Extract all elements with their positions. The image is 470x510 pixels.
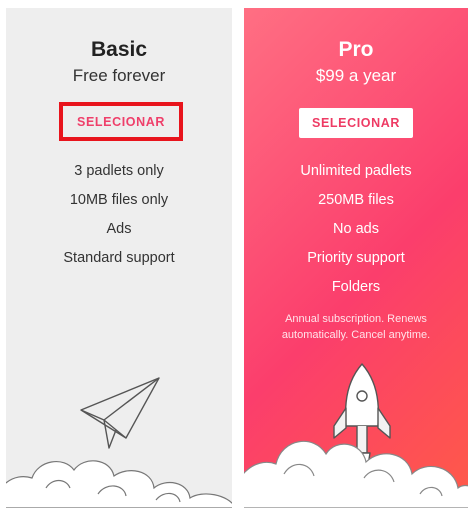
pro-plan-card: Pro $99 a year SELECIONAR Unlimited padl…	[244, 8, 468, 508]
pro-illustration	[244, 363, 468, 508]
basic-plan-card: Basic Free forever SELECIONAR 3 padlets …	[6, 8, 232, 508]
clouds-icon	[244, 440, 468, 508]
basic-illustration	[6, 377, 232, 508]
paper-plane-icon	[80, 377, 160, 449]
clouds-icon	[6, 460, 232, 508]
